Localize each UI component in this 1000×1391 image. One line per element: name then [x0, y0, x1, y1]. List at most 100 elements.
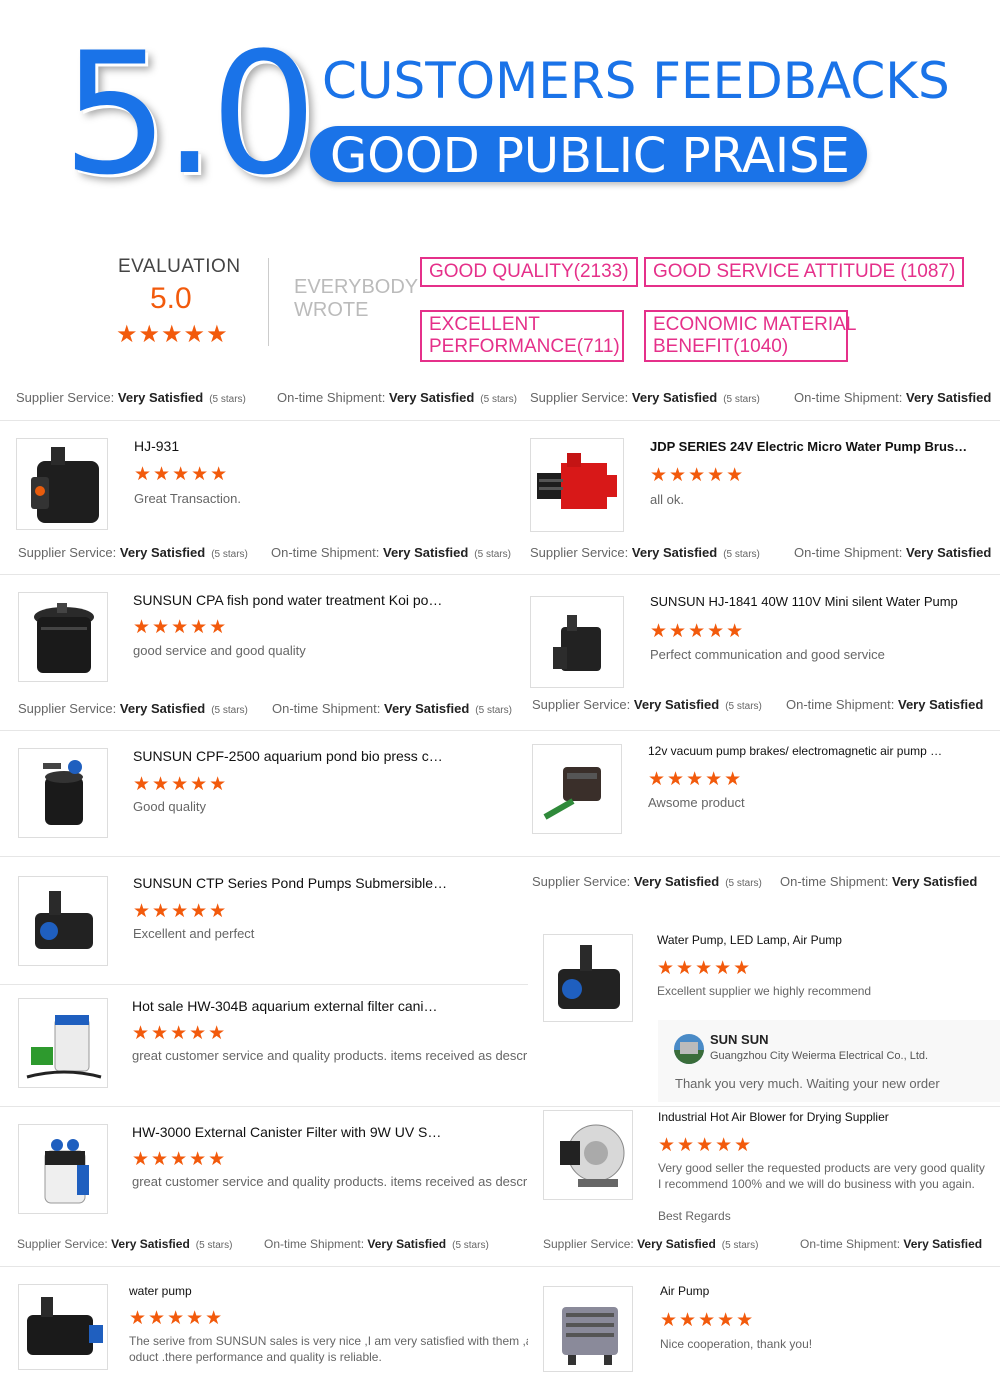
supplier-service-rating: Supplier Service: Very Satisfied (5 stars…: [543, 1237, 759, 1251]
shipment-rating: On-time Shipment: Very Satisfied (5 stars…: [272, 701, 512, 716]
review-comment: great customer service and quality produ…: [132, 1174, 528, 1189]
product-title[interactable]: Hot sale HW-304B aquarium external filte…: [132, 998, 512, 1014]
separator: [0, 1266, 1000, 1267]
supplier-service-rating: Supplier Service: Very Satisfied (5 stars…: [532, 697, 762, 712]
product-title[interactable]: HJ-931: [134, 438, 514, 454]
review-comment: Perfect communication and good service: [650, 647, 885, 662]
product-image[interactable]: [18, 998, 108, 1088]
evaluation-label: EVALUATION: [118, 256, 241, 277]
shipment-rating: On-time Shipment: Very Satisfied (5 stars…: [271, 545, 511, 560]
tag-economic-line1: ECONOMIC MATERIAL: [653, 314, 857, 335]
product-image[interactable]: [16, 438, 108, 530]
tag-excellent-performance[interactable]: EXCELLENT PERFORMANCE(711): [420, 310, 624, 362]
product-image[interactable]: [18, 592, 108, 682]
product-image[interactable]: [18, 748, 108, 838]
review-comment: Great Transaction.: [134, 491, 241, 506]
separator: [0, 574, 1000, 575]
product-image[interactable]: [18, 1124, 108, 1214]
review-comment: great customer service and quality produ…: [132, 1048, 528, 1063]
shipment-rating: On-time Shipment: Very Satisfied (5 stars…: [277, 390, 517, 405]
everybody-wrote-label: EVERYBODY WROTE: [294, 276, 418, 321]
review-comment: Excellent supplier we highly recommend: [657, 984, 872, 998]
shipment-rating: On-time Shipment: Very Satisfied: [794, 545, 992, 560]
rating-stars: ★★★★★: [133, 774, 229, 795]
tag-good-service[interactable]: GOOD SERVICE ATTITUDE (1087): [644, 257, 965, 287]
rating-stars: ★★★★★: [650, 465, 746, 486]
shipment-rating: On-time Shipment: Very Satisfied: [786, 697, 984, 712]
separator: [0, 984, 528, 985]
product-image[interactable]: [18, 876, 108, 966]
tag-excellent-line1: EXCELLENT: [429, 314, 540, 335]
praise-text: GOOD PUBLIC PRAISE: [330, 128, 850, 184]
separator: [0, 856, 1000, 857]
product-image[interactable]: [543, 1110, 633, 1200]
tag-economic-line2: BENEFIT(1040): [653, 336, 789, 357]
tag-economic-material[interactable]: ECONOMIC MATERIAL BENEFIT(1040): [644, 310, 857, 362]
rating-stars: ★★★★★: [133, 901, 229, 922]
rating-stars: ★★★★★: [650, 621, 746, 642]
rating-stars: ★★★★★: [134, 464, 230, 485]
review-comment-line2: oduct .there performance and quality is …: [129, 1350, 382, 1364]
supplier-service-rating: Supplier Service: Very Satisfied (5 stars…: [18, 545, 248, 560]
product-image[interactable]: [530, 596, 624, 688]
product-title[interactable]: SUNSUN CTP Series Pond Pumps Submersible…: [133, 875, 513, 891]
supplier-service-rating: Supplier Service: Very Satisfied (5 stars…: [18, 701, 248, 716]
review-comment-line2: I recommend 100% and we will do business…: [658, 1177, 975, 1191]
review-comment: The serive from SUNSUN sales is very nic…: [129, 1334, 528, 1348]
tag-excellent-line2: PERFORMANCE(711): [429, 336, 620, 357]
evaluation-stars: ★★★★★: [116, 321, 229, 348]
product-title[interactable]: HW-3000 External Canister Filter with 9W…: [132, 1124, 512, 1140]
rating-stars: ★★★★★: [132, 1149, 228, 1170]
evaluation-score: 5.0: [150, 282, 192, 315]
review-comment: all ok.: [650, 492, 684, 507]
supplier-service-rating: Supplier Service: Very Satisfied (5 stars…: [530, 545, 760, 560]
product-title[interactable]: SUNSUN CPF-2500 aquarium pond bio press …: [133, 748, 513, 764]
separator: [0, 420, 1000, 421]
product-title[interactable]: Air Pump: [660, 1284, 980, 1298]
rating-stars: ★★★★★: [648, 769, 744, 790]
review-comment-line3: Best Regards: [658, 1209, 731, 1223]
rating-stars: ★★★★★: [132, 1023, 228, 1044]
product-image[interactable]: [18, 1284, 108, 1370]
review-comment: good service and good quality: [133, 643, 306, 658]
overall-score: 5.0: [62, 16, 317, 212]
rating-stars: ★★★★★: [660, 1310, 756, 1331]
shipment-rating: On-time Shipment: Very Satisfied: [780, 874, 978, 889]
rating-stars: ★★★★★: [658, 1135, 754, 1156]
product-title[interactable]: Water Pump, LED Lamp, Air Pump: [657, 933, 977, 947]
supplier-avatar: [674, 1034, 704, 1064]
supplier-service-rating: Supplier Service: Very Satisfied (5 stars…: [17, 1237, 233, 1251]
shipment-rating: On-time Shipment: Very Satisfied: [800, 1237, 983, 1251]
product-title[interactable]: SUNSUN HJ-1841 40W 110V Mini silent Wate…: [650, 594, 990, 609]
shipment-rating: On-time Shipment: Very Satisfied (5 stars…: [264, 1237, 489, 1251]
review-comment: Nice cooperation, thank you!: [660, 1337, 813, 1351]
product-title[interactable]: JDP SERIES 24V Electric Micro Water Pump…: [650, 439, 972, 454]
product-title[interactable]: water pump: [129, 1284, 509, 1298]
separator: [0, 1106, 1000, 1107]
divider: [268, 258, 269, 346]
review-comment: Very good seller the requested products …: [658, 1161, 985, 1175]
product-image[interactable]: [543, 934, 633, 1022]
headline: CUSTOMERS FEEDBACKS: [322, 52, 950, 110]
product-image[interactable]: [532, 744, 622, 834]
product-title[interactable]: Industrial Hot Air Blower for Drying Sup…: [658, 1110, 988, 1124]
review-comment: Awsome product: [648, 795, 745, 810]
supplier-name: SUN SUN: [710, 1032, 769, 1047]
tag-good-quality[interactable]: GOOD QUALITY(2133): [420, 257, 638, 287]
product-image[interactable]: [530, 438, 624, 532]
supplier-service-rating: Supplier Service: Very Satisfied (5 stars…: [530, 390, 760, 405]
rating-stars: ★★★★★: [133, 617, 229, 638]
separator: [0, 730, 1000, 731]
praise-banner: GOOD PUBLIC PRAISE: [310, 126, 867, 184]
supplier-service-rating: Supplier Service: Very Satisfied (5 stars…: [532, 874, 762, 889]
review-comment: Good quality: [133, 799, 206, 814]
product-image[interactable]: [543, 1286, 633, 1372]
supplier-company: Guangzhou City Weierma Electrical Co., L…: [710, 1050, 929, 1062]
supplier-service-rating: Supplier Service: Very Satisfied (5 stars…: [16, 390, 246, 405]
product-title[interactable]: SUNSUN CPA fish pond water treatment Koi…: [133, 592, 513, 608]
rating-stars: ★★★★★: [657, 958, 753, 979]
rating-stars: ★★★★★: [129, 1308, 225, 1329]
reply-text: Thank you very much. Waiting your new or…: [675, 1076, 940, 1091]
review-comment: Excellent and perfect: [133, 926, 255, 941]
product-title[interactable]: 12v vacuum pump brakes/ electromagnetic …: [648, 744, 958, 758]
